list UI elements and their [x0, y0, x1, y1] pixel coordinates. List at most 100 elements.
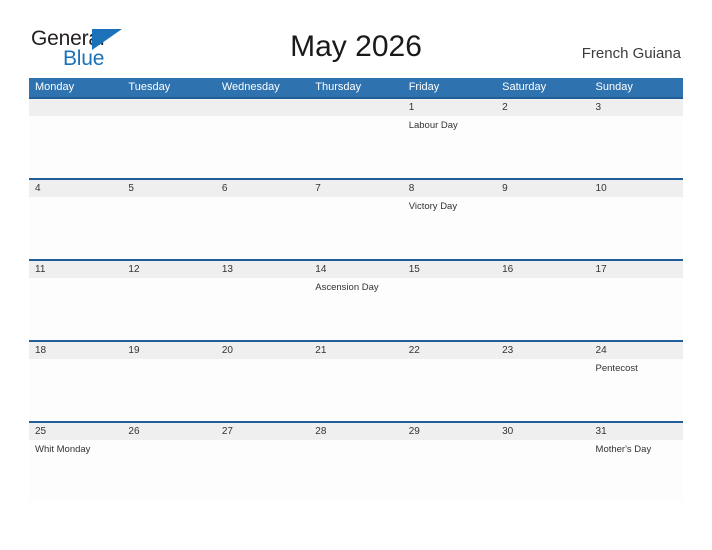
day-cell[interactable] [496, 116, 589, 176]
weekday-monday: Monday [35, 81, 75, 93]
week-row: 25 26 27 28 29 30 31 Whit Monday Mother'… [29, 421, 683, 502]
calendar-page: General Blue May 2026 French Guiana Mond… [0, 0, 712, 550]
day-number: 18 [35, 345, 47, 356]
weekday-sunday: Sunday [595, 81, 633, 93]
day-number: 13 [221, 264, 233, 275]
day-cell[interactable]: Pentecost [590, 359, 683, 419]
day-cell[interactable] [496, 440, 589, 500]
day-cell[interactable] [403, 359, 496, 419]
page-header: General Blue May 2026 French Guiana [0, 0, 712, 70]
weekday-header-row: Monday Tuesday Wednesday Thursday Friday… [29, 78, 683, 97]
day-cell[interactable]: Whit Monday [29, 440, 122, 500]
day-cell[interactable] [122, 116, 215, 176]
week-number-band: 4 5 6 7 8 9 10 [29, 180, 683, 197]
week-event-band: Pentecost [29, 359, 683, 419]
day-number: 3 [595, 102, 602, 113]
day-event: Whit Monday [35, 444, 91, 455]
week-event-band: Ascension Day [29, 278, 683, 338]
day-event: Ascension Day [315, 282, 379, 293]
day-cell[interactable] [309, 116, 402, 176]
day-event: Pentecost [595, 363, 638, 374]
day-cell[interactable] [216, 197, 309, 257]
week-row: 11 12 13 14 15 16 17 Ascension Day [29, 259, 683, 340]
day-number: 25 [35, 426, 47, 437]
week-row: 1 2 3 Labour Day [29, 97, 683, 178]
day-number: 22 [408, 345, 420, 356]
day-cell[interactable]: Ascension Day [309, 278, 402, 338]
day-number: 31 [595, 426, 607, 437]
day-number: 16 [502, 264, 514, 275]
day-number: 6 [221, 183, 228, 194]
day-number: 27 [221, 426, 233, 437]
weekday-friday: Friday [408, 81, 440, 93]
day-cell[interactable] [496, 359, 589, 419]
day-cell[interactable] [122, 440, 215, 500]
weekday-saturday: Saturday [502, 81, 547, 93]
day-event: Labour Day [408, 120, 458, 131]
day-event: Victory Day [408, 201, 458, 212]
day-cell[interactable] [590, 116, 683, 176]
day-number: 30 [502, 426, 514, 437]
week-event-band: Labour Day [29, 116, 683, 176]
day-cell[interactable] [122, 197, 215, 257]
day-number: 24 [595, 345, 607, 356]
day-event: Mother's Day [595, 444, 652, 455]
weekday-thursday: Thursday [315, 81, 362, 93]
day-cell[interactable]: Mother's Day [590, 440, 683, 500]
day-number: 21 [315, 345, 327, 356]
day-cell[interactable] [29, 278, 122, 338]
day-cell[interactable] [496, 197, 589, 257]
day-cell[interactable] [309, 440, 402, 500]
day-number: 12 [128, 264, 140, 275]
week-number-band: 1 2 3 [29, 99, 683, 116]
day-number [122, 99, 215, 116]
day-number: 26 [128, 426, 140, 437]
day-number: 20 [221, 345, 233, 356]
day-number: 29 [408, 426, 420, 437]
day-cell[interactable] [122, 359, 215, 419]
day-cell[interactable]: Labour Day [403, 116, 496, 176]
day-cell[interactable] [29, 197, 122, 257]
day-number: 10 [595, 183, 607, 194]
day-cell[interactable] [216, 359, 309, 419]
day-number: 9 [502, 183, 508, 194]
day-cell[interactable] [216, 440, 309, 500]
day-number: 8 [408, 183, 415, 194]
day-cell[interactable] [309, 197, 402, 257]
day-cell[interactable] [309, 359, 402, 419]
day-cell[interactable] [122, 278, 215, 338]
day-number: 1 [408, 102, 415, 113]
week-row: 18 19 20 21 22 23 24 Pentecost [29, 340, 683, 421]
week-number-band: 18 19 20 21 22 23 24 [29, 342, 683, 359]
day-number: 5 [128, 183, 134, 194]
day-number [216, 99, 309, 116]
week-event-band: Whit Monday Mother's Day [29, 440, 683, 500]
day-number [309, 99, 402, 116]
day-number: 2 [502, 102, 508, 113]
weekday-wednesday: Wednesday [221, 81, 280, 93]
day-cell[interactable] [590, 197, 683, 257]
day-number: 7 [315, 183, 321, 194]
day-cell[interactable]: Victory Day [403, 197, 496, 257]
calendar-grid: Monday Tuesday Wednesday Thursday Friday… [29, 78, 683, 502]
day-number: 11 [35, 264, 46, 275]
day-cell[interactable] [216, 116, 309, 176]
day-number: 28 [315, 426, 327, 437]
day-number: 15 [408, 264, 420, 275]
day-cell[interactable] [403, 278, 496, 338]
day-number: 4 [35, 183, 41, 194]
week-row: 4 5 6 7 8 9 10 Victory Day [29, 178, 683, 259]
day-cell[interactable] [29, 116, 122, 176]
region-label: French Guiana [581, 45, 681, 62]
day-cell[interactable] [590, 278, 683, 338]
day-cell[interactable] [403, 440, 496, 500]
weekday-tuesday: Tuesday [128, 81, 171, 93]
day-number: 14 [315, 264, 327, 275]
day-cell[interactable] [29, 359, 122, 419]
week-event-band: Victory Day [29, 197, 683, 257]
day-number [29, 99, 122, 116]
day-cell[interactable] [216, 278, 309, 338]
day-number: 17 [595, 264, 607, 275]
week-number-band: 25 26 27 28 29 30 31 [29, 423, 683, 440]
day-cell[interactable] [496, 278, 589, 338]
